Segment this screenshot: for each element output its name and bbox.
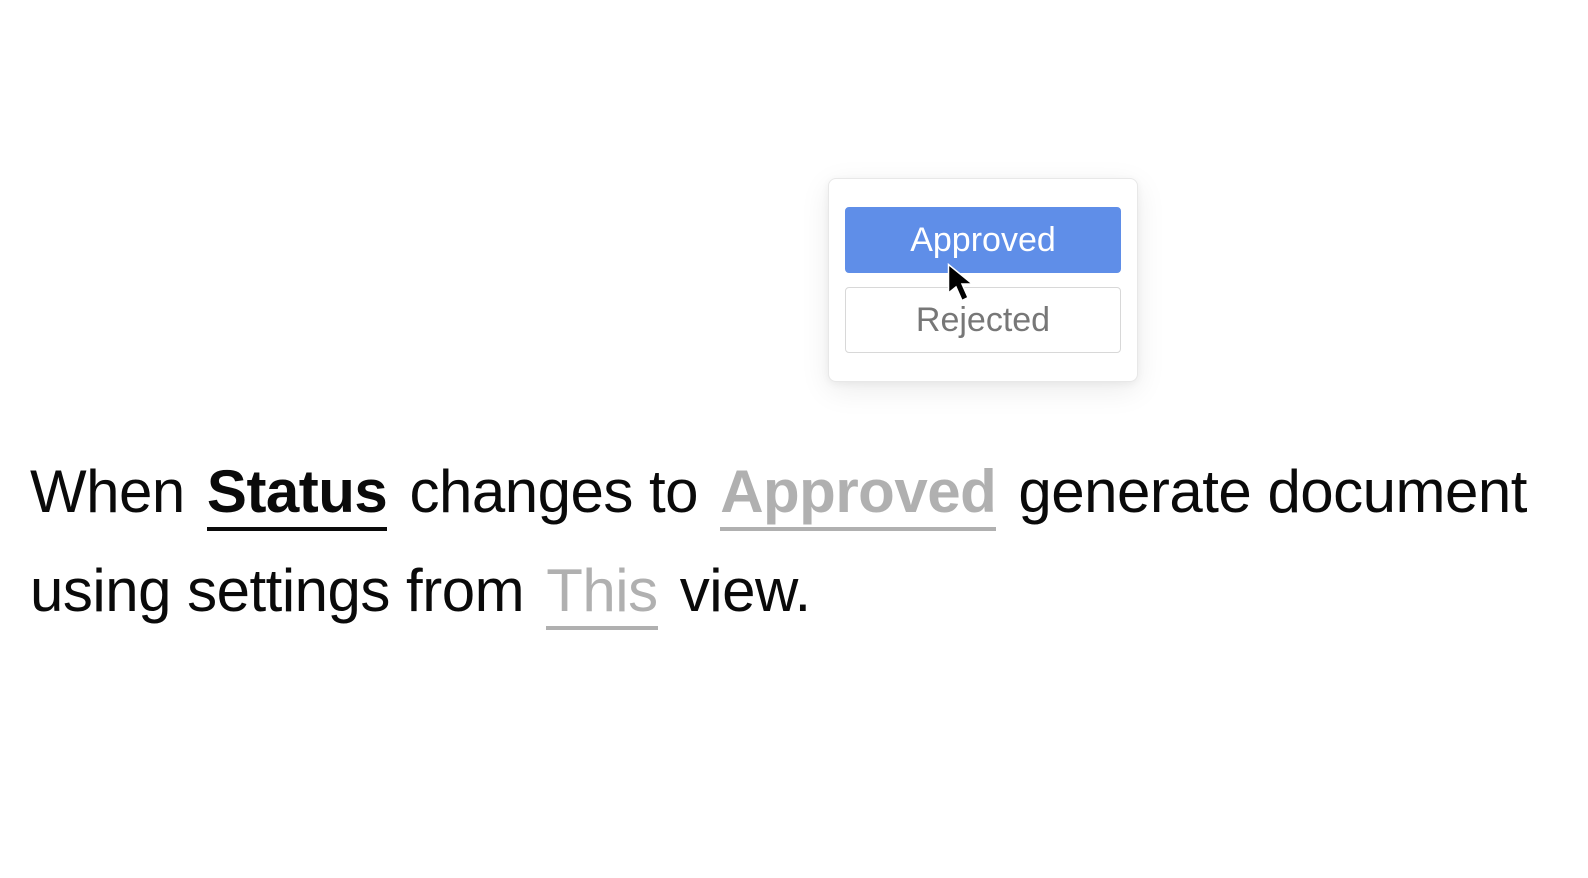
sentence-text-changes-to: changes to [409,458,714,525]
value-token-approved[interactable]: Approved [720,458,996,531]
sentence-text-when: When [30,458,201,525]
view-token-this[interactable]: This [546,557,657,630]
sentence-text-view: view. [680,557,811,624]
field-token-status[interactable]: Status [207,458,387,531]
dropdown-option-rejected[interactable]: Rejected [845,287,1121,353]
dropdown-option-approved[interactable]: Approved [845,207,1121,273]
rule-sentence: When Status changes to Approved generate… [30,442,1558,640]
status-dropdown-panel: Approved Rejected [828,178,1138,382]
